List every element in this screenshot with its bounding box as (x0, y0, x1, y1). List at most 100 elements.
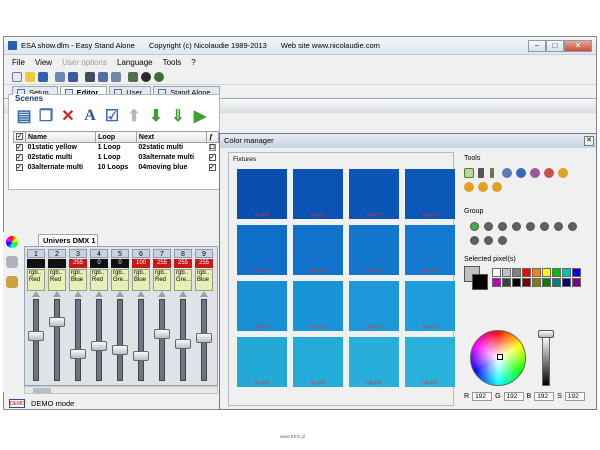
group-dot[interactable] (470, 222, 479, 231)
fader-knob[interactable] (154, 329, 170, 339)
brightness-slider-knob[interactable] (538, 330, 554, 338)
palette-swatch[interactable] (572, 268, 581, 277)
group-dot[interactable] (554, 222, 563, 231)
menu-view[interactable]: View (35, 58, 52, 67)
col-loop[interactable]: Loop (95, 131, 137, 143)
fader-knob[interactable] (196, 333, 212, 343)
row-flag[interactable]: ✓ (207, 153, 219, 163)
group-dot[interactable] (484, 222, 493, 231)
ball-icon[interactable] (141, 71, 151, 82)
row-checkbox[interactable]: ✓ (14, 143, 26, 153)
fixture-cell[interactable]: rgb 137 (237, 281, 287, 331)
group-dot[interactable] (540, 222, 549, 231)
fader-track[interactable] (117, 299, 123, 381)
fader-track[interactable] (75, 299, 81, 381)
r-input[interactable]: 192 (472, 392, 493, 401)
minimize-button[interactable]: – (528, 39, 546, 52)
move-down-icon[interactable]: ⬇ (147, 107, 165, 125)
globe-icon[interactable] (154, 71, 164, 82)
pen-icon[interactable] (128, 71, 138, 82)
fader-knob[interactable] (112, 345, 128, 355)
group-dot[interactable] (568, 222, 577, 231)
line-tool-icon[interactable] (502, 168, 512, 178)
fader-knob[interactable] (175, 339, 191, 349)
palette-swatch[interactable] (502, 278, 511, 287)
channel-value[interactable]: 255 (195, 259, 213, 268)
patch-icon[interactable] (68, 71, 78, 82)
fader-knob[interactable] (70, 349, 86, 359)
color-wheel-icon[interactable] (6, 236, 18, 248)
new-icon[interactable] (12, 71, 22, 82)
menu-help[interactable]: ? (191, 58, 195, 67)
channel-value[interactable] (27, 259, 45, 268)
palette-swatch[interactable] (522, 278, 531, 287)
fader-track[interactable] (54, 299, 60, 381)
palette-swatch[interactable] (562, 278, 571, 287)
row-flag[interactable]: ✓ (207, 163, 219, 173)
new-scene-icon[interactable]: ▤ (15, 107, 33, 125)
menu-file[interactable]: File (12, 58, 25, 67)
row-checkbox[interactable]: ✓ (14, 163, 26, 173)
table-row[interactable]: ✓ 02static multi 1 Loop 03alternate mult… (14, 153, 219, 163)
palette-swatch[interactable] (542, 278, 551, 287)
fixture-cell[interactable]: rgb 137 (405, 169, 455, 219)
palette-swatch[interactable] (552, 278, 561, 287)
palette-swatch[interactable] (562, 268, 571, 277)
channel-value[interactable] (48, 259, 66, 268)
col-extra[interactable]: ƒ (206, 131, 219, 143)
gradient-tool-icon[interactable] (544, 168, 554, 178)
group-dot[interactable] (498, 236, 507, 245)
fader-up-arrow[interactable] (53, 291, 61, 297)
palette-swatch[interactable] (542, 268, 551, 277)
col-name[interactable]: Name (24, 131, 97, 143)
select-all-checkbox[interactable]: ✓ (13, 131, 26, 143)
fader-up-arrow[interactable] (116, 291, 124, 297)
color-manager-close-button[interactable]: ✕ (584, 136, 594, 146)
color-wheel-marker[interactable] (497, 354, 503, 360)
fader-up-arrow[interactable] (200, 291, 208, 297)
play-icon[interactable]: ▶ (191, 107, 209, 125)
close-button[interactable]: ✕ (564, 39, 592, 52)
fader-knob[interactable] (133, 351, 149, 361)
palette-swatch[interactable] (502, 268, 511, 277)
brightness-slider[interactable] (542, 336, 550, 386)
group-dot[interactable] (526, 222, 535, 231)
table-row[interactable]: ✓ 01static yellow 1 Loop 02static multi … (14, 143, 219, 153)
fader-up-arrow[interactable] (137, 291, 145, 297)
fixture-cell[interactable]: rgb 137 (293, 225, 343, 275)
fader-up-arrow[interactable] (179, 291, 187, 297)
fixture-cell[interactable]: rgb 137 (237, 337, 287, 387)
tools-icon[interactable] (6, 276, 18, 288)
table-row[interactable]: ✓ 03alternate multi 10 Loops 04moving bl… (14, 163, 219, 173)
monitor-icon[interactable] (98, 71, 108, 82)
fixture-cell[interactable]: rgb 137 (293, 281, 343, 331)
palette-swatch[interactable] (512, 278, 521, 287)
fader-track[interactable] (96, 299, 102, 381)
wizard-icon[interactable] (55, 71, 65, 82)
s-input[interactable]: 192 (564, 392, 585, 401)
row-flag[interactable]: ☐ (207, 143, 219, 153)
palette-swatch[interactable] (512, 268, 521, 277)
rename-scene-icon[interactable]: A (81, 107, 99, 125)
palette-swatch[interactable] (552, 268, 561, 277)
checklist-icon[interactable]: ☑ (103, 107, 121, 125)
fixture-cell[interactable]: rgb 137 (293, 169, 343, 219)
palette-swatch[interactable] (492, 268, 501, 277)
effect3-tool-icon[interactable] (478, 182, 488, 192)
fixture-cell[interactable]: rgb 137 (293, 337, 343, 387)
fader-knob[interactable] (91, 341, 107, 351)
ellipse-tool-icon[interactable] (516, 168, 526, 178)
palette-swatch[interactable] (532, 278, 541, 287)
palette-swatch[interactable] (532, 268, 541, 277)
group-dot[interactable] (470, 236, 479, 245)
fill-tool-icon[interactable] (530, 168, 540, 178)
fixture-cell[interactable]: rgb 137 (405, 337, 455, 387)
background-swatch[interactable] (472, 274, 488, 290)
fixture-cell[interactable]: rgb 137 (349, 225, 399, 275)
copy-scene-icon[interactable]: ❐ (37, 107, 55, 125)
channel-value[interactable]: 255 (69, 259, 87, 268)
select-tool-icon[interactable] (464, 168, 474, 178)
pointer-tool-icon[interactable] (478, 168, 484, 178)
channel-value[interactable]: 255 (174, 259, 192, 268)
palette-swatch[interactable] (572, 278, 581, 287)
